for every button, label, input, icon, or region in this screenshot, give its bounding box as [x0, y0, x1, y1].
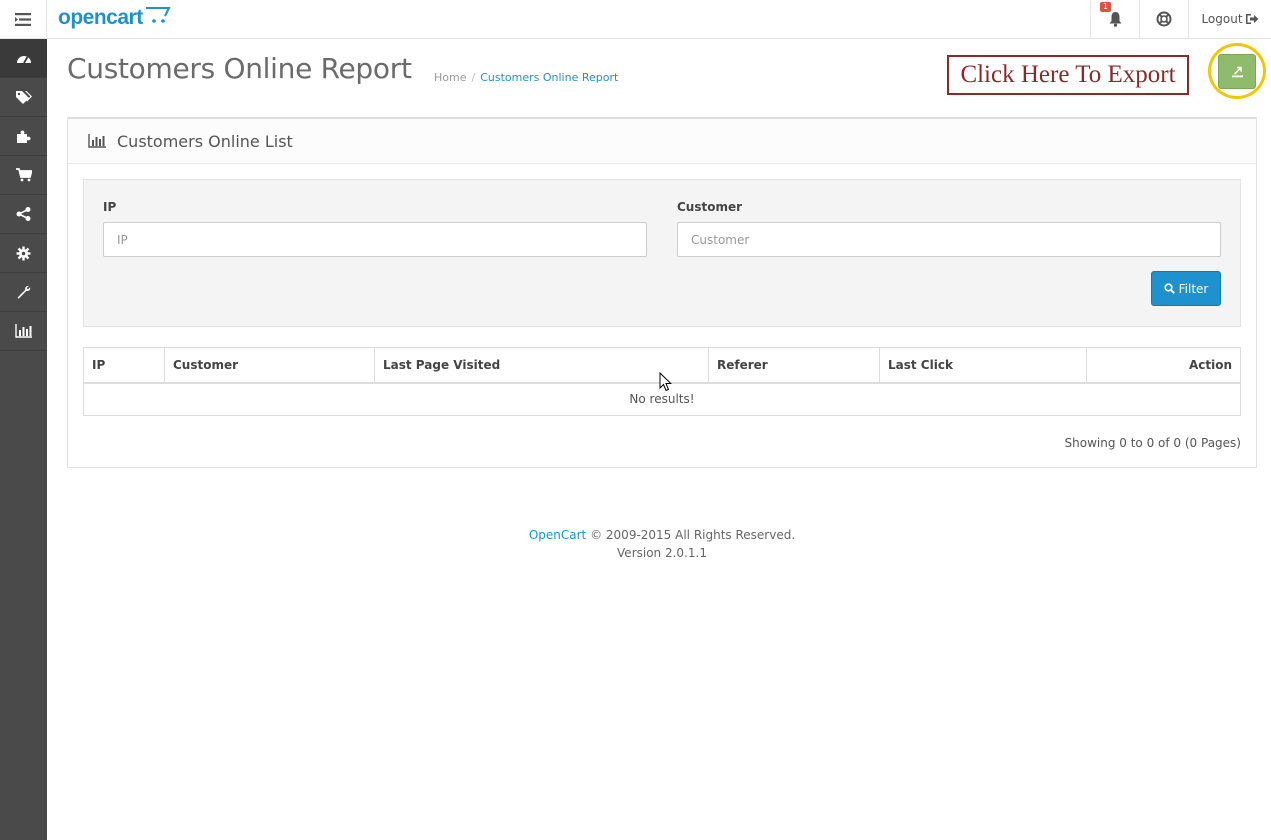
dashboard-icon [16, 56, 31, 64]
footer-opencart-link[interactable]: OpenCart [529, 528, 586, 542]
mouse-cursor-icon [659, 372, 672, 392]
sign-out-icon [1245, 14, 1259, 24]
sidebar [0, 39, 47, 840]
filter-button[interactable]: Filter [1151, 271, 1221, 306]
customer-input[interactable] [677, 222, 1221, 257]
opencart-logo[interactable]: opencart [58, 4, 171, 30]
menu-toggle-button[interactable] [0, 0, 47, 38]
column-header-customer: Customer [164, 347, 375, 384]
search-icon [1164, 283, 1175, 294]
wrench-icon [17, 285, 31, 299]
page-title: Customers Online Report [67, 52, 412, 85]
sidebar-item-system[interactable] [0, 234, 47, 273]
customers-online-panel: Customers Online List IP Customer Filter… [67, 117, 1257, 468]
footer: OpenCart © 2009-2015 All Rights Reserved… [47, 526, 1271, 562]
export-icon [1231, 66, 1243, 77]
customer-label: Customer [677, 200, 743, 214]
export-button[interactable] [1218, 54, 1256, 89]
share-icon [16, 207, 31, 221]
sidebar-item-tools[interactable] [0, 273, 47, 312]
ip-input[interactable] [103, 222, 647, 257]
column-header-last-click: Last Click [879, 347, 1087, 384]
pagination-summary: Showing 0 to 0 of 0 (0 Pages) [1064, 436, 1241, 450]
life-ring-icon [1156, 11, 1172, 27]
sidebar-item-catalog[interactable] [0, 78, 47, 117]
logo-cart-icon [145, 7, 171, 23]
cog-icon [16, 246, 31, 260]
column-header-referer: Referer [708, 347, 880, 384]
notifications-button[interactable]: 1 [1090, 0, 1139, 38]
sidebar-item-dashboard[interactable] [0, 39, 47, 78]
sidebar-item-reports[interactable] [0, 312, 47, 351]
filter-form: IP Customer Filter [83, 179, 1241, 327]
tags-icon [16, 90, 32, 104]
panel-title: Customers Online List [117, 131, 293, 151]
top-header: opencart 1 Logout [0, 0, 1271, 39]
sidebar-item-sales[interactable] [0, 156, 47, 195]
logout-label: Logout [1201, 12, 1243, 26]
breadcrumb-separator: / [471, 71, 476, 84]
breadcrumb: Home / Customers Online Report [434, 71, 618, 84]
notification-badge: 1 [1100, 2, 1112, 12]
column-header-action: Action [1086, 347, 1241, 384]
panel-heading: Customers Online List [68, 119, 1256, 164]
filter-button-label: Filter [1178, 281, 1209, 296]
bell-icon [1109, 12, 1121, 27]
column-header-ip: IP [83, 347, 165, 384]
bar-chart-icon [88, 134, 106, 148]
footer-version: Version 2.0.1.1 [617, 546, 707, 560]
logout-button[interactable]: Logout [1188, 0, 1271, 38]
breadcrumb-current[interactable]: Customers Online Report [480, 71, 618, 84]
puzzle-icon [17, 130, 31, 143]
sidebar-item-marketing[interactable] [0, 195, 47, 234]
breadcrumb-home[interactable]: Home [434, 71, 466, 84]
export-callout: Click Here To Export [947, 55, 1189, 95]
help-button[interactable] [1139, 0, 1188, 38]
ip-label: IP [103, 200, 117, 214]
sidebar-item-extensions[interactable] [0, 117, 47, 156]
menu-toggle-icon [15, 12, 31, 26]
footer-copyright: © 2009-2015 All Rights Reserved. [590, 528, 796, 542]
footer-copyright-line: OpenCart © 2009-2015 All Rights Reserved… [47, 526, 1271, 544]
logo-text: opencart [58, 6, 143, 29]
shopping-cart-icon [15, 168, 32, 182]
bar-chart-icon [15, 324, 32, 338]
